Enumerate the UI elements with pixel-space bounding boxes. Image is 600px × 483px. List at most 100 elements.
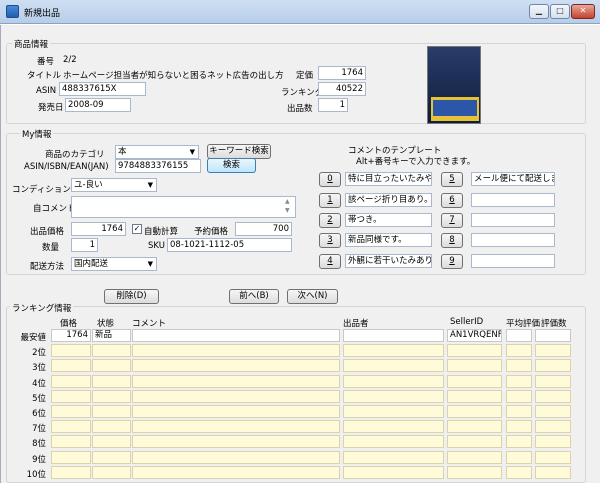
ranking-cell[interactable]	[506, 374, 532, 388]
ranking-cell[interactable]	[343, 405, 444, 418]
ranking-cell[interactable]	[92, 420, 131, 434]
ranking-cell[interactable]	[535, 359, 571, 373]
ranking-cell[interactable]	[132, 435, 340, 449]
title-bar[interactable]: 新規出品 ▁ □ ✕	[0, 0, 600, 24]
template-text-field[interactable]	[471, 193, 555, 207]
ranking-cell[interactable]	[447, 420, 502, 434]
template-text-field[interactable]: 外観に若干いたみあり。	[345, 254, 432, 268]
list-price-field[interactable]: 1764	[318, 66, 366, 80]
template-key-button[interactable]: 4	[319, 254, 341, 269]
ranking-cell[interactable]	[343, 450, 444, 464]
search-button[interactable]: 検索	[207, 158, 256, 173]
ranking-cell[interactable]	[343, 359, 444, 373]
ranking-cell[interactable]	[51, 420, 91, 434]
release-field[interactable]: 2008-09	[65, 98, 131, 112]
isbn-field[interactable]: 9784883376155	[115, 159, 201, 173]
template-text-field[interactable]	[471, 254, 555, 268]
ranking-cell[interactable]	[535, 389, 571, 403]
ranking-cell[interactable]	[506, 329, 532, 342]
ranking-cell[interactable]	[343, 344, 444, 358]
ranking-cell[interactable]	[132, 389, 340, 403]
template-text-field[interactable]	[471, 213, 555, 227]
ranking-cell[interactable]	[506, 450, 532, 464]
ranking-cell[interactable]: 1764	[51, 329, 91, 342]
ranking-cell[interactable]	[535, 329, 571, 342]
ranking-cell[interactable]	[535, 435, 571, 449]
ranking-cell[interactable]	[535, 465, 571, 479]
ranking-cell[interactable]	[92, 465, 131, 479]
ranking-cell[interactable]	[506, 465, 532, 479]
keyword-search-button[interactable]: キーワード検索	[207, 144, 271, 159]
template-text-field[interactable]: 特に目立ったいたみやよご	[345, 172, 432, 186]
ranking-cell[interactable]: AN1VRQENF	[447, 329, 502, 342]
ranking-cell[interactable]	[132, 450, 340, 464]
ranking-cell[interactable]	[447, 450, 502, 464]
price-field[interactable]: 1764	[71, 222, 126, 236]
ranking-cell[interactable]	[447, 465, 502, 479]
ranking-cell[interactable]	[51, 359, 91, 373]
ranking-cell[interactable]	[343, 374, 444, 388]
reserve-field[interactable]: 700	[235, 222, 292, 236]
ranking-cell[interactable]	[535, 344, 571, 358]
ranking-cell[interactable]	[92, 405, 131, 418]
ranking-field[interactable]: 40522	[318, 82, 366, 96]
template-text-field[interactable]: 帯つき。	[345, 213, 432, 227]
template-key-button[interactable]: 6	[441, 193, 463, 208]
ranking-cell[interactable]	[506, 420, 532, 434]
ranking-cell[interactable]	[535, 420, 571, 434]
template-key-button[interactable]: 0	[319, 172, 341, 187]
ranking-cell[interactable]	[132, 374, 340, 388]
category-select[interactable]: 本 ▼	[115, 145, 199, 159]
auto-calc-checkbox[interactable]: ✓	[132, 224, 142, 234]
ranking-cell[interactable]	[343, 420, 444, 434]
ranking-cell[interactable]	[51, 435, 91, 449]
ranking-cell[interactable]	[92, 435, 131, 449]
ranking-cell[interactable]	[447, 359, 502, 373]
next-button[interactable]: 次へ(N)	[287, 289, 338, 304]
ranking-cell[interactable]	[51, 344, 91, 358]
template-key-button[interactable]: 3	[319, 233, 341, 248]
qty-field[interactable]: 1	[71, 238, 98, 252]
ranking-cell[interactable]	[92, 344, 131, 358]
template-text-field[interactable]: 新品同様です。	[345, 233, 432, 247]
close-icon[interactable]: ✕	[571, 4, 595, 19]
ranking-cell[interactable]	[132, 465, 340, 479]
ranking-cell[interactable]	[51, 389, 91, 403]
shipping-select[interactable]: 国内配送 ▼	[71, 257, 157, 271]
ranking-cell[interactable]	[92, 374, 131, 388]
template-key-button[interactable]: 5	[441, 172, 463, 187]
ranking-cell[interactable]	[51, 405, 91, 418]
ranking-cell[interactable]	[132, 420, 340, 434]
delete-button[interactable]: 削除(D)	[104, 289, 159, 304]
ranking-cell[interactable]	[535, 374, 571, 388]
ranking-cell[interactable]	[343, 465, 444, 479]
comment-field[interactable]	[71, 196, 296, 218]
template-key-button[interactable]: 2	[319, 213, 341, 228]
ranking-cell[interactable]	[447, 374, 502, 388]
template-key-button[interactable]: 9	[441, 254, 463, 269]
prev-button[interactable]: 前へ(B)	[229, 289, 279, 304]
comment-scrollbar[interactable]: ▲ ▼	[285, 197, 290, 215]
ranking-cell[interactable]	[132, 405, 340, 418]
maximize-icon[interactable]: □	[550, 4, 570, 19]
ranking-cell[interactable]	[535, 405, 571, 418]
ranking-cell[interactable]	[506, 405, 532, 418]
ranking-cell[interactable]	[92, 389, 131, 403]
ranking-cell[interactable]	[535, 450, 571, 464]
ranking-cell[interactable]	[447, 389, 502, 403]
ranking-cell[interactable]	[506, 389, 532, 403]
ranking-cell[interactable]	[447, 405, 502, 418]
ranking-cell[interactable]	[506, 344, 532, 358]
template-key-button[interactable]: 7	[441, 213, 463, 228]
ranking-cell[interactable]	[343, 329, 444, 342]
ranking-cell[interactable]: 新品	[92, 329, 131, 342]
ranking-cell[interactable]	[132, 344, 340, 358]
asin-field[interactable]: 488337615X	[59, 82, 146, 96]
template-key-button[interactable]: 1	[319, 193, 341, 208]
ranking-cell[interactable]	[343, 435, 444, 449]
ranking-cell[interactable]	[506, 359, 532, 373]
template-text-field[interactable]: メール便にて配送します。	[471, 172, 555, 186]
ranking-cell[interactable]	[51, 450, 91, 464]
sku-field[interactable]: 08-1021-1112-05	[167, 238, 292, 252]
sellers-field[interactable]: 1	[318, 98, 348, 112]
